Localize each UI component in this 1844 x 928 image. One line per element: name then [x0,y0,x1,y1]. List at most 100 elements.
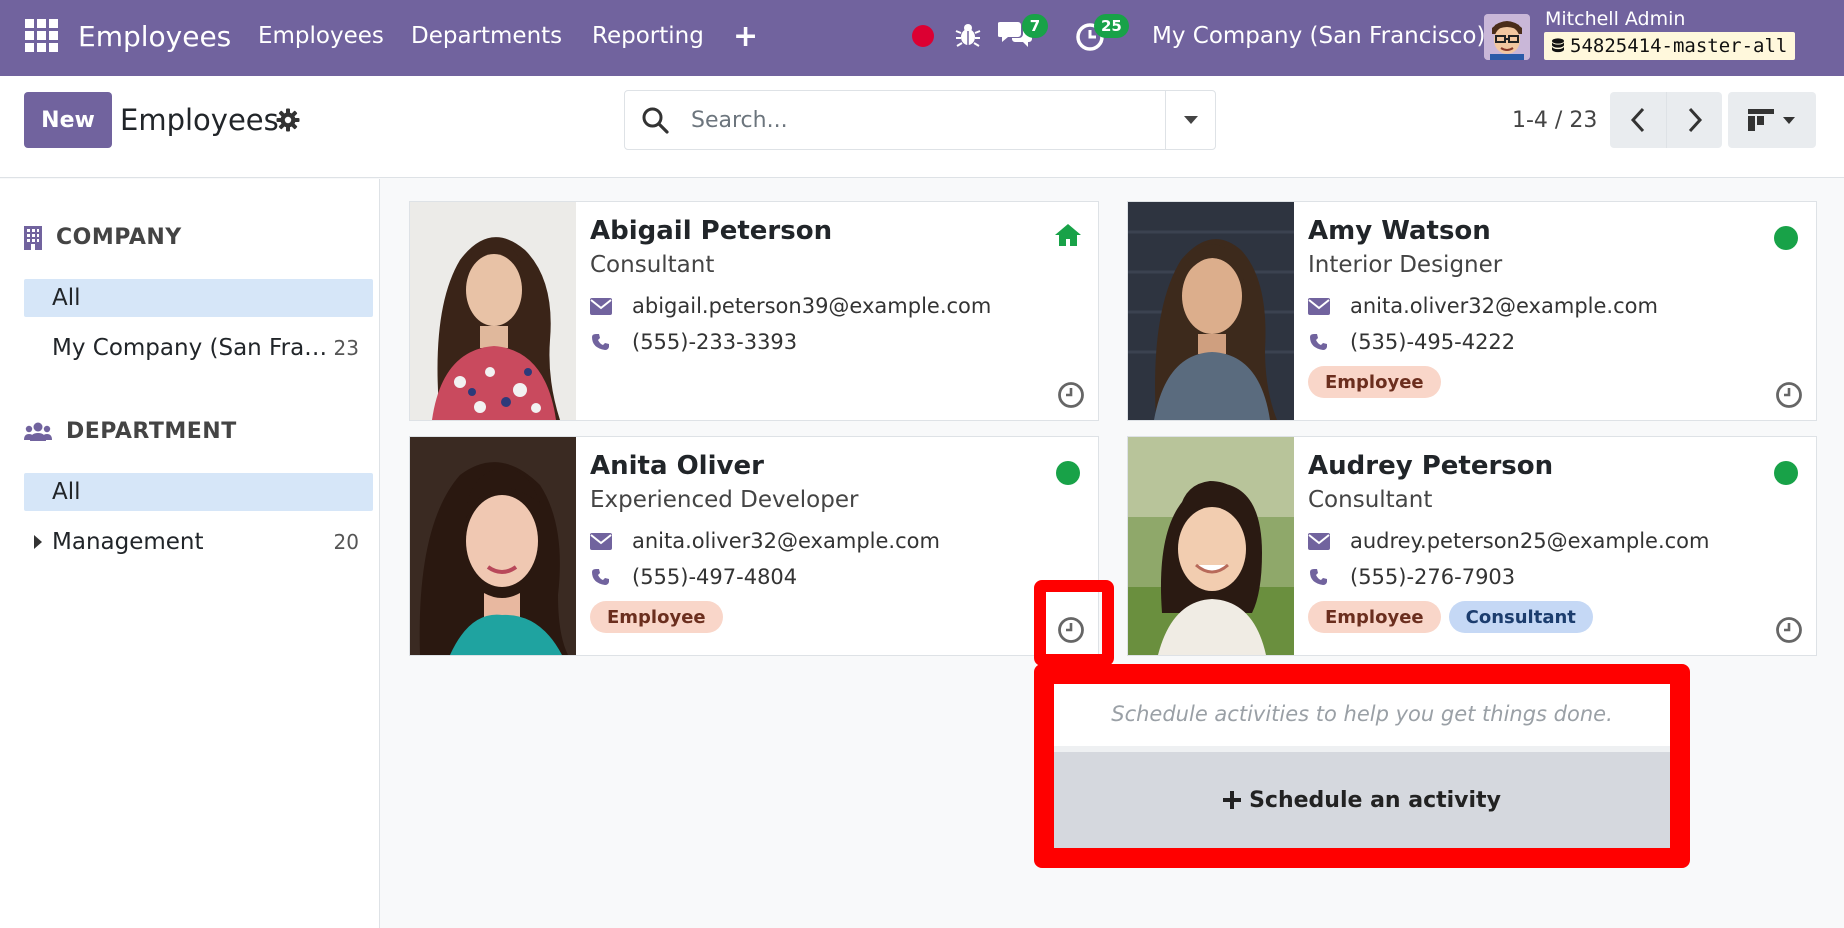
new-button[interactable]: New [24,92,112,148]
employee-email[interactable]: anita.oliver32@example.com [1350,294,1658,318]
company-section-label: COMPANY [56,225,182,250]
envelope-icon [590,295,612,317]
company-section-header: COMPANY [24,225,182,250]
employee-card[interactable]: Amy Watson Interior Designer anita.olive… [1127,201,1817,421]
employee-email-row: abigail.peterson39@example.com [590,294,991,318]
activity-clock-icon[interactable] [1056,380,1086,410]
presence-online-icon [1774,226,1798,250]
employee-job-title: Consultant [1308,487,1433,513]
caret-down-icon [1183,116,1198,124]
tag-consultant: Consultant [1448,601,1593,633]
activity-clock-icon[interactable] [1774,615,1804,645]
tag-employee: Employee [590,601,723,633]
employee-phone[interactable]: (555)-233-3393 [632,330,797,354]
company-switcher[interactable]: My Company (San Francisco) [1152,0,1485,72]
pager-value[interactable]: 1-4 / 23 [1512,92,1597,148]
search-panel-sidebar: COMPANY All My Company (San Fra… 23 DEPA… [0,179,380,928]
employee-card[interactable]: Audrey Peterson Consultant audrey.peters… [1127,436,1817,656]
department-section-header: DEPARTMENT [24,419,237,444]
database-icon [1552,38,1564,53]
highlight-clock-box [1034,580,1114,666]
department-filter-all-label: All [52,479,81,505]
employee-tags: Employee Consultant [1308,601,1593,633]
building-icon [24,225,42,250]
employee-phone-row: (555)-497-4804 [590,565,797,589]
employee-phone[interactable]: (555)-497-4804 [632,565,797,589]
activity-count-badge: 25 [1094,14,1129,38]
user-avatar[interactable] [1484,14,1530,60]
employee-email[interactable]: abigail.peterson39@example.com [632,294,991,318]
record-dot-icon[interactable] [912,25,934,47]
employee-email[interactable]: audrey.peterson25@example.com [1350,529,1709,553]
company-filter-all[interactable]: All [24,279,373,317]
breadcrumb-title: Employees [120,103,279,137]
user-name[interactable]: Mitchell Admin [1545,8,1685,30]
search-input[interactable] [691,107,1131,133]
activity-clock-icon[interactable] [1774,380,1804,410]
company-filter-count: 23 [333,336,359,360]
employee-phone[interactable]: (535)-495-4222 [1350,330,1515,354]
company-filter-my-company[interactable]: My Company (San Fra… 23 [24,329,373,367]
employee-photo [1128,202,1294,420]
department-filter-count: 20 [333,530,359,554]
bug-icon[interactable] [954,21,982,49]
employee-phone[interactable]: (555)-276-7903 [1350,565,1515,589]
envelope-icon [1308,530,1330,552]
schedule-activity-label: Schedule an activity [1249,787,1501,813]
database-name: 54825414-master-all [1570,35,1788,57]
app-brand[interactable]: Employees [78,0,231,72]
chat-count-badge: 7 [1022,14,1048,38]
employee-job-title: Consultant [590,252,715,278]
menu-departments[interactable]: Departments [411,0,562,72]
phone-icon [1308,566,1330,588]
employee-name: Audrey Peterson [1308,451,1554,481]
employee-phone-row: (555)-276-7903 [1308,565,1515,589]
employee-email-row: audrey.peterson25@example.com [1308,529,1709,553]
view-switcher-button[interactable] [1728,92,1816,148]
employee-name: Abigail Peterson [590,216,833,246]
employee-card[interactable]: Anita Oliver Experienced Developer anita… [409,436,1099,656]
employee-photo [410,202,576,420]
phone-icon [1308,331,1330,353]
company-filter-all-label: All [52,285,81,311]
presence-online-icon [1056,461,1080,485]
department-section-label: DEPARTMENT [66,419,237,444]
presence-online-icon [1774,461,1798,485]
pager-next-button[interactable] [1666,92,1722,148]
company-filter-label: My Company (San Fra… [52,335,328,361]
employee-name: Anita Oliver [590,451,764,481]
gear-icon[interactable] [276,108,300,132]
employee-card[interactable]: Abigail Peterson Consultant abigail.pete… [409,201,1099,421]
employee-email-row: anita.oliver32@example.com [590,529,940,553]
plus-icon [1223,791,1242,809]
employee-phone-row: (555)-233-3393 [590,330,797,354]
chevron-left-icon [1630,107,1645,133]
plus-icon[interactable]: + [733,0,758,72]
caret-right-icon[interactable] [34,535,42,549]
envelope-icon [590,530,612,552]
department-filter-management[interactable]: Management 20 [24,523,373,561]
department-filter-label: Management [52,529,204,555]
employee-email-row: anita.oliver32@example.com [1308,294,1658,318]
tag-employee: Employee [1308,366,1441,398]
envelope-icon [1308,295,1330,317]
pager-previous-button[interactable] [1610,92,1666,148]
search-bar [624,90,1216,150]
employee-email[interactable]: anita.oliver32@example.com [632,529,940,553]
top-navbar: Employees Employees Departments Reportin… [0,0,1844,76]
menu-reporting[interactable]: Reporting [592,0,704,72]
schedule-activity-button[interactable]: Schedule an activity [1054,746,1670,848]
phone-icon [590,566,612,588]
apps-menu-icon[interactable] [24,18,58,52]
employee-phone-row: (535)-495-4222 [1308,330,1515,354]
employee-tags: Employee [1308,366,1441,398]
search-icon [642,107,669,134]
employee-name: Amy Watson [1308,216,1491,246]
phone-icon [590,331,612,353]
employee-job-title: Interior Designer [1308,252,1503,278]
employee-job-title: Experienced Developer [590,487,859,513]
search-options-toggle[interactable] [1165,91,1215,149]
menu-employees[interactable]: Employees [258,0,384,72]
kanban-view-icon [1748,109,1774,131]
department-filter-all[interactable]: All [24,473,373,511]
